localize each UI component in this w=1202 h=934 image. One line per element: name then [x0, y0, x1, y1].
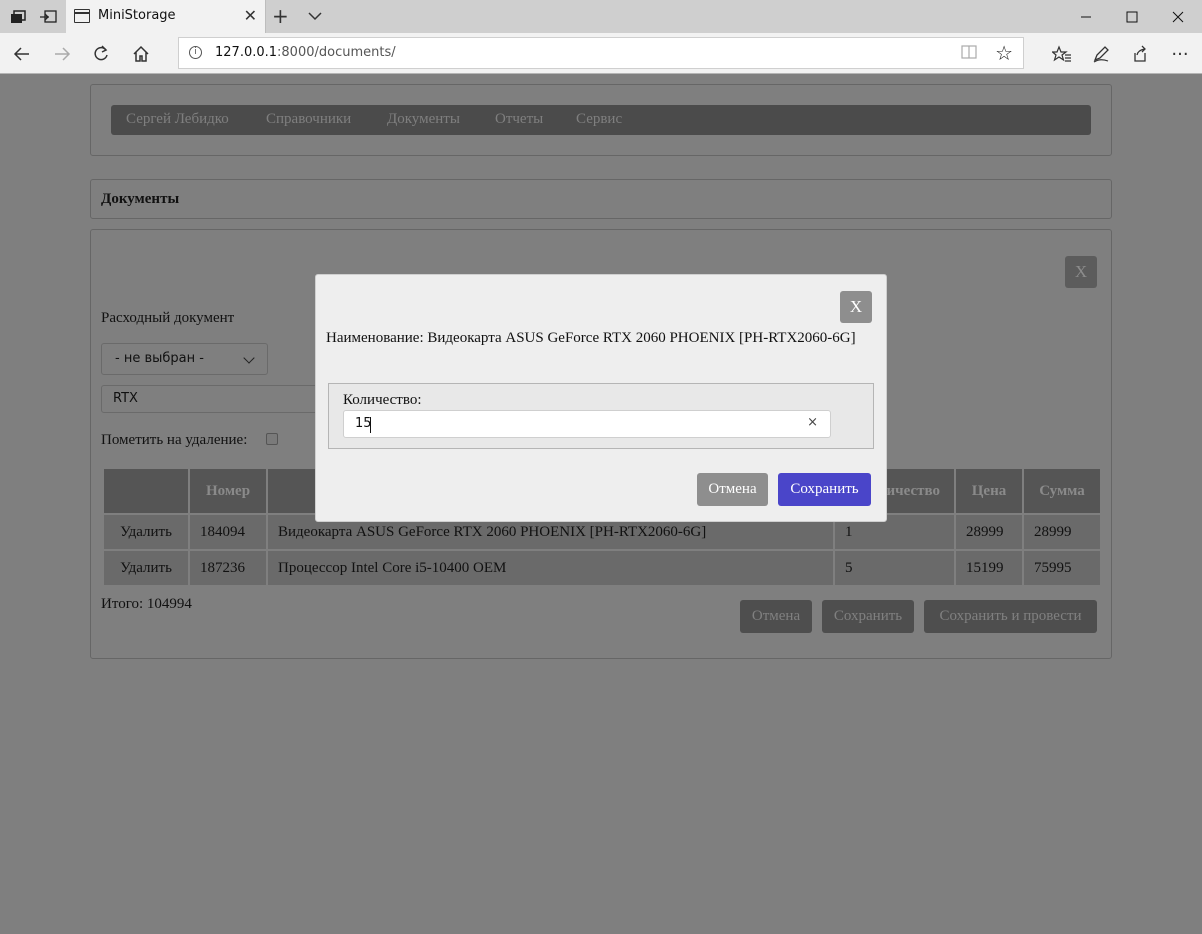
browser-tab[interactable]: MiniStorage ✕ [66, 0, 266, 33]
close-window-icon[interactable] [1155, 0, 1201, 33]
close-form-button[interactable]: X [1065, 256, 1097, 288]
dialog-cancel-button[interactable]: Отмена [697, 473, 768, 506]
doc-type-label: Расходный документ [101, 310, 235, 326]
cell-number: 187236 [190, 551, 266, 585]
cell-sum: 75995 [1024, 551, 1100, 585]
cell-sum: 28999 [1024, 515, 1100, 549]
table-row: Удалить 187236 Процессор Intel Core i5-1… [104, 551, 1100, 585]
delete-row-button[interactable]: Удалить [104, 551, 188, 585]
cell-quantity[interactable]: 5 [835, 551, 954, 585]
share-icon[interactable] [1128, 42, 1152, 66]
total-label: Итого: 104994 [101, 596, 192, 612]
menu-item-user[interactable]: Сергей Лебидко [126, 111, 229, 128]
url-host: 127.0.0.1 [215, 45, 278, 60]
tab-title: MiniStorage [98, 8, 176, 23]
star-icon[interactable]: ☆ [995, 41, 1013, 65]
cell-number: 184094 [190, 515, 266, 549]
text-caret [370, 417, 371, 433]
url-path: :8000/documents/ [277, 45, 396, 60]
browser-navbar: i 127.0.0.1:8000/documents/ ☆ ··· [0, 33, 1202, 74]
column-header-action [104, 469, 188, 513]
back-arrow-icon[interactable] [10, 42, 34, 66]
column-header-number: Номер [190, 469, 266, 513]
form-save-post-button[interactable]: Сохранить и провести [924, 600, 1097, 633]
column-header-sum: Сумма [1024, 469, 1100, 513]
column-header-price: Цена [956, 469, 1022, 513]
refresh-icon[interactable] [89, 42, 113, 66]
counterparty-select[interactable]: - не выбран - [101, 343, 268, 375]
cell-name[interactable]: Процессор Intel Core i5-10400 OEM [268, 551, 833, 585]
delete-mark-label: Пометить на удаление: [101, 432, 248, 448]
browser-titlebar: MiniStorage ✕ + [0, 0, 1202, 33]
quantity-input[interactable]: 15 × [343, 410, 831, 438]
minimize-icon[interactable] [1063, 0, 1109, 33]
form-cancel-button[interactable]: Отмена [740, 600, 812, 633]
address-bar[interactable]: i 127.0.0.1:8000/documents/ ☆ [178, 37, 1024, 69]
search-value: RTX [113, 391, 138, 406]
quantity-dialog: X Наименование: Видеокарта ASUS GeForce … [315, 274, 887, 522]
more-icon[interactable]: ··· [1168, 42, 1192, 66]
pen-icon[interactable] [1089, 42, 1113, 66]
section-header: Документы [90, 179, 1112, 219]
set-aside-tabs-icon[interactable] [38, 7, 58, 27]
menu-item-reports[interactable]: Отчеты [495, 111, 543, 128]
menu-item-directories[interactable]: Справочники [266, 111, 351, 128]
delete-mark-checkbox[interactable] [266, 433, 278, 445]
main-menu: Сергей Лебидко Справочники Документы Отч… [111, 105, 1091, 135]
dialog-save-button[interactable]: Сохранить [778, 473, 871, 506]
select-value: - не выбран - [115, 351, 204, 366]
forward-arrow-icon[interactable] [50, 42, 74, 66]
url-text: 127.0.0.1:8000/documents/ [215, 45, 396, 60]
menu-item-service[interactable]: Сервис [576, 111, 622, 128]
page-icon [74, 9, 90, 23]
delete-row-button[interactable]: Удалить [104, 515, 188, 549]
chevron-down-icon [243, 352, 255, 364]
home-icon[interactable] [129, 42, 153, 66]
clear-icon[interactable]: × [807, 415, 818, 430]
form-save-button[interactable]: Сохранить [822, 600, 914, 633]
close-tab-icon[interactable]: ✕ [244, 6, 257, 25]
product-search-input[interactable]: RTX [101, 385, 331, 413]
plus-icon[interactable]: + [272, 4, 289, 28]
cell-price: 15199 [956, 551, 1022, 585]
tab-manager-icon[interactable] [8, 7, 28, 27]
cell-price: 28999 [956, 515, 1022, 549]
maximize-icon[interactable] [1109, 0, 1155, 33]
menu-item-documents[interactable]: Документы [387, 111, 460, 128]
header-panel: Сергей Лебидко Справочники Документы Отч… [90, 84, 1112, 156]
quantity-fieldset: Количество: 15 × [328, 383, 874, 449]
favorites-list-icon[interactable] [1050, 42, 1074, 66]
page-title: Документы [101, 191, 180, 207]
dialog-item-name: Наименование: Видеокарта ASUS GeForce RT… [326, 330, 856, 346]
chevron-down-icon[interactable] [305, 6, 325, 26]
quantity-label: Количество: [343, 392, 422, 408]
book-icon[interactable] [961, 44, 977, 63]
info-icon[interactable]: i [189, 46, 202, 59]
close-dialog-button[interactable]: X [840, 291, 872, 323]
